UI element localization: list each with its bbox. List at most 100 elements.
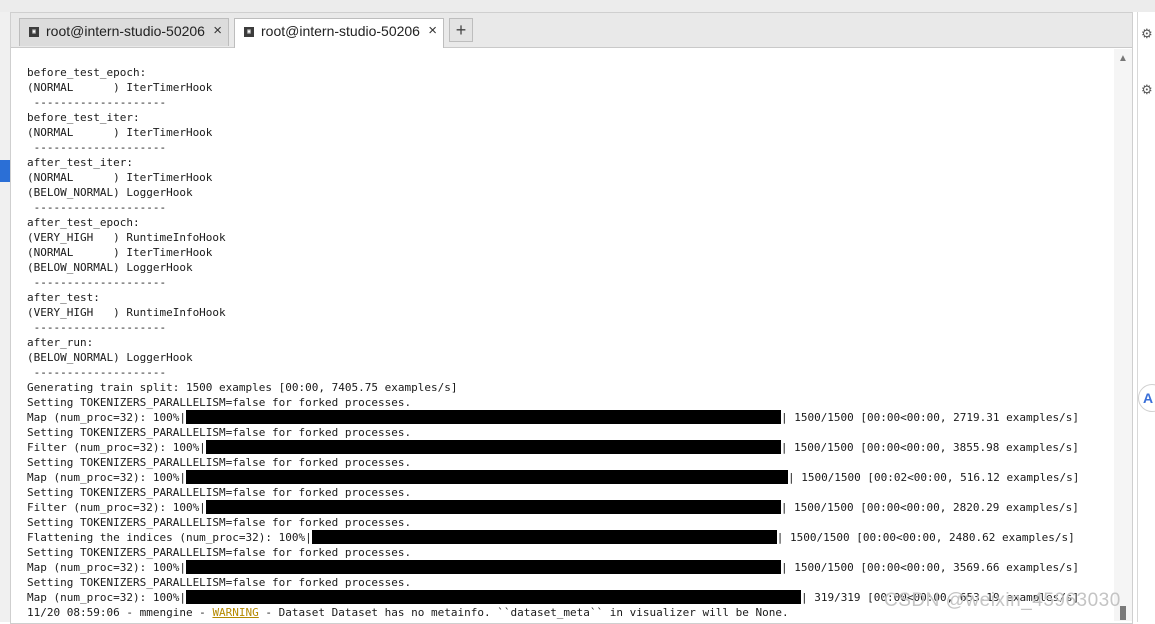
terminal-line-suffix: | 1500/1500 [00:00<00:00, 3569.66 exampl…: [780, 561, 1079, 574]
terminal-line-text: --------------------: [27, 96, 167, 109]
terminal-line-text: after_test_iter:: [27, 156, 133, 169]
terminal-line-text: --------------------: [27, 321, 167, 334]
tab-session-2[interactable]: ▣ root@intern-studio-50206 ×: [234, 18, 444, 48]
terminal-line-suffix: | 1500/1500 [00:00<00:00, 2719.31 exampl…: [780, 411, 1079, 424]
terminal-line-suffix: | 1500/1500 [00:02<00:00, 516.12 example…: [787, 471, 1080, 484]
right-side-panel: ⚙ ⚙ A: [1137, 12, 1155, 622]
terminal-line: --------------------: [27, 95, 166, 110]
terminal-line-text: before_test_iter:: [27, 111, 140, 124]
tab-session-1[interactable]: ▣ root@intern-studio-50206 ×: [19, 18, 229, 46]
progress-bar: [311, 530, 777, 544]
terminal-line-text: Setting TOKENIZERS_PARALLELISM=false for…: [27, 546, 412, 559]
progress-bar: [205, 440, 781, 454]
terminal-window: ▣ root@intern-studio-50206 × ▣ root@inte…: [10, 12, 1133, 624]
terminal-line-text: --------------------: [27, 141, 167, 154]
terminal-line-text: --------------------: [27, 201, 167, 214]
progress-bar: [205, 500, 781, 514]
terminal-line: (BELOW_NORMAL) LoggerHook: [27, 350, 193, 365]
terminal-line: 11/20 08:59:06 - mmengine - WARNING - Da…: [27, 605, 789, 620]
terminal-line: after_test_epoch:: [27, 215, 140, 230]
terminal-line-text: Flattening the indices (num_proc=32): 10…: [27, 531, 312, 544]
terminal-line-text: (NORMAL ) IterTimerHook: [27, 81, 213, 94]
terminal-line-text: after_test:: [27, 291, 100, 304]
terminal-line-text: Filter (num_proc=32): 100%|: [27, 501, 206, 514]
close-icon[interactable]: ×: [213, 22, 222, 39]
terminal-line: after_test:: [27, 290, 100, 305]
terminal-line: --------------------: [27, 140, 166, 155]
terminal-line: Setting TOKENIZERS_PARALLELISM=false for…: [27, 485, 411, 500]
terminal-line-text: (NORMAL ) IterTimerHook: [27, 126, 213, 139]
terminal-line: before_test_iter:: [27, 110, 140, 125]
terminal-line-suffix: | 1500/1500 [00:00<00:00, 2820.29 exampl…: [780, 501, 1079, 514]
terminal-line: Map (num_proc=32): 100%| | 1500/1500 [00:…: [27, 410, 1079, 425]
scrollbar-thumb[interactable]: [1120, 606, 1126, 620]
terminal-line: --------------------: [27, 200, 166, 215]
terminal-line: Setting TOKENIZERS_PARALLELISM=false for…: [27, 575, 411, 590]
terminal-line-text: (NORMAL ) IterTimerHook: [27, 246, 213, 259]
progress-bar: [185, 410, 781, 424]
progress-bar: [185, 560, 781, 574]
tab-title: root@intern-studio-50206: [261, 23, 420, 39]
terminal-line: Setting TOKENIZERS_PARALLELISM=false for…: [27, 395, 411, 410]
terminal-line: Generating train split: 1500 examples [0…: [27, 380, 457, 395]
terminal-line-suffix: | 1500/1500 [00:00<00:00, 3855.98 exampl…: [780, 441, 1079, 454]
terminal-line: --------------------: [27, 275, 166, 290]
scroll-up-arrow-icon[interactable]: ▲: [1118, 53, 1128, 64]
terminal-line: after_run:: [27, 335, 93, 350]
terminal-icon: ▣: [29, 27, 39, 37]
terminal-line: (BELOW_NORMAL) LoggerHook: [27, 185, 193, 200]
terminal-line: --------------------: [27, 320, 166, 335]
terminal-line: (NORMAL ) IterTimerHook: [27, 170, 212, 185]
terminal-line-text: (VERY_HIGH ) RuntimeInfoHook: [27, 306, 226, 319]
terminal-line-text: Filter (num_proc=32): 100%|: [27, 441, 206, 454]
terminal-line-text: (BELOW_NORMAL) LoggerHook: [27, 351, 193, 364]
terminal-line: Setting TOKENIZERS_PARALLELISM=false for…: [27, 515, 411, 530]
terminal-line-text: (NORMAL ) IterTimerHook: [27, 171, 213, 184]
tab-bar: ▣ root@intern-studio-50206 × ▣ root@inte…: [11, 13, 1132, 48]
terminal-line-text: after_run:: [27, 336, 94, 349]
terminal-line: Filter (num_proc=32): 100%| | 1500/1500 […: [27, 500, 1079, 515]
terminal-line: (NORMAL ) IterTimerHook: [27, 245, 212, 260]
terminal-line: (BELOW_NORMAL) LoggerHook: [27, 260, 193, 275]
left-panel-selection-marker: [0, 160, 10, 182]
terminal-line-text: Setting TOKENIZERS_PARALLELISM=false for…: [27, 486, 412, 499]
terminal-line-text: (BELOW_NORMAL) LoggerHook: [27, 261, 193, 274]
floating-assistant-icon[interactable]: A: [1138, 384, 1155, 412]
terminal-line-text: Map (num_proc=32): 100%|: [27, 471, 186, 484]
terminal-line-text: Generating train split: 1500 examples [0…: [27, 381, 458, 394]
terminal-line-text: Setting TOKENIZERS_PARALLELISM=false for…: [27, 576, 412, 589]
terminal-line-text: --------------------: [27, 276, 167, 289]
terminal-line-text: --------------------: [27, 366, 167, 379]
terminal-line: Setting TOKENIZERS_PARALLELISM=false for…: [27, 425, 411, 440]
terminal-line-text: Setting TOKENIZERS_PARALLELISM=false for…: [27, 396, 412, 409]
terminal-line-text: Map (num_proc=32): 100%|: [27, 561, 186, 574]
progress-bar: [185, 590, 801, 604]
terminal-line-text: after_test_epoch:: [27, 216, 140, 229]
terminal-line: (NORMAL ) IterTimerHook: [27, 80, 212, 95]
watermark: CSDN @weixin_45963030: [884, 590, 1121, 611]
close-icon[interactable]: ×: [428, 22, 437, 39]
terminal-line-text: Map (num_proc=32): 100%|: [27, 411, 186, 424]
terminal-line: (NORMAL ) IterTimerHook: [27, 125, 212, 140]
terminal-line-suffix: - Dataset Dataset has no metainfo. ``dat…: [258, 606, 789, 619]
warning-label: WARNING: [212, 606, 259, 619]
progress-bar: [185, 470, 788, 484]
terminal-line-text: (BELOW_NORMAL) LoggerHook: [27, 186, 193, 199]
terminal-line-text: 11/20 08:59:06 - mmengine -: [27, 606, 213, 619]
settings-icon[interactable]: ⚙: [1141, 82, 1153, 98]
terminal-line-text: (VERY_HIGH ) RuntimeInfoHook: [27, 231, 226, 244]
terminal-line-text: Setting TOKENIZERS_PARALLELISM=false for…: [27, 426, 412, 439]
terminal-line-text: Setting TOKENIZERS_PARALLELISM=false for…: [27, 456, 412, 469]
terminal-line: Map (num_proc=32): 100%| | 1500/1500 [00:…: [27, 560, 1079, 575]
terminal-line: Setting TOKENIZERS_PARALLELISM=false for…: [27, 455, 411, 470]
terminal-line: after_test_iter:: [27, 155, 133, 170]
terminal-line: Filter (num_proc=32): 100%| | 1500/1500 […: [27, 440, 1079, 455]
terminal-icon: ▣: [244, 27, 254, 37]
terminal-line: Map (num_proc=32): 100%| | 1500/1500 [00:…: [27, 470, 1079, 485]
vertical-scrollbar[interactable]: ▲: [1114, 49, 1132, 621]
settings-icon[interactable]: ⚙: [1141, 26, 1153, 42]
terminal-line-text: Setting TOKENIZERS_PARALLELISM=false for…: [27, 516, 412, 529]
terminal-line: Setting TOKENIZERS_PARALLELISM=false for…: [27, 545, 411, 560]
tab-title: root@intern-studio-50206: [46, 23, 205, 39]
new-tab-button[interactable]: +: [449, 18, 473, 42]
